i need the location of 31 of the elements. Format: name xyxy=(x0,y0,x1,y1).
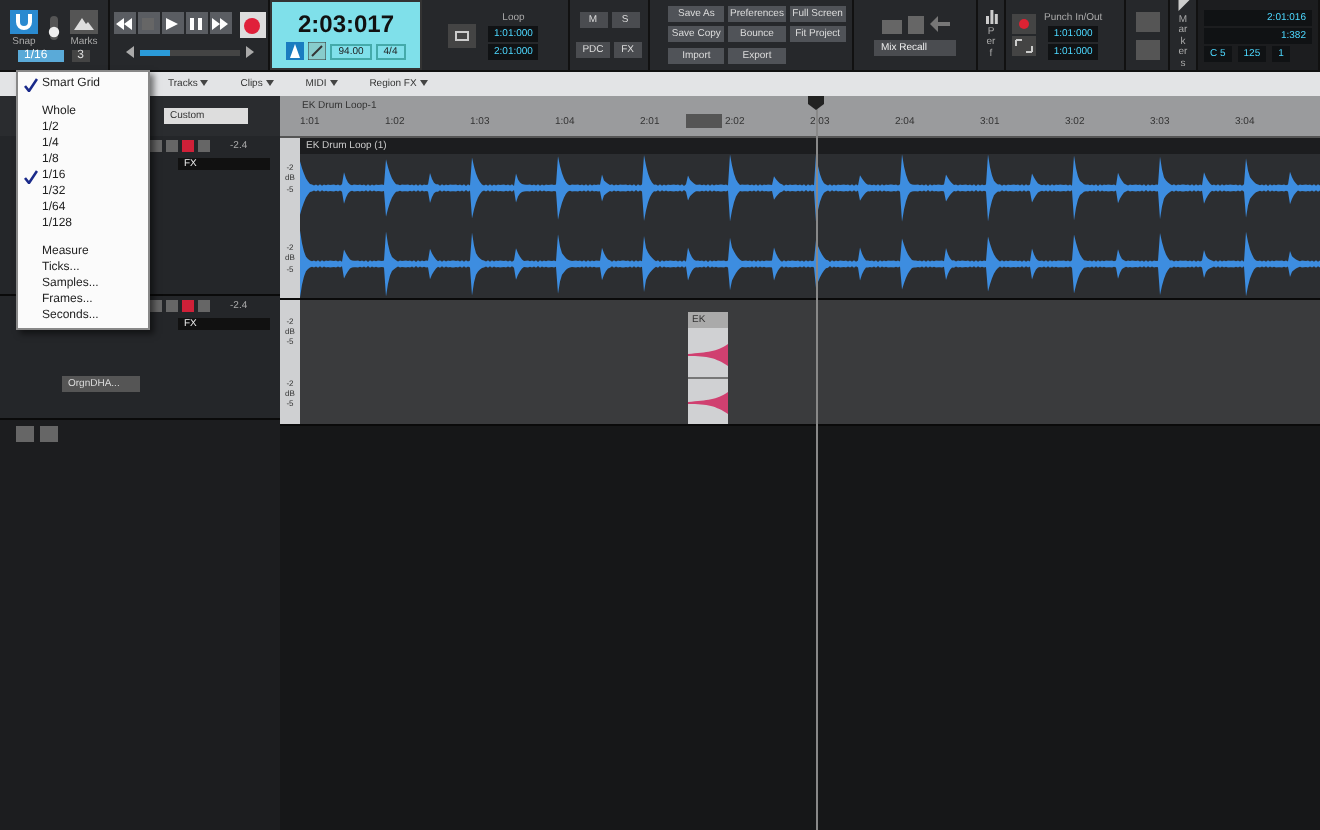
caret-icon xyxy=(419,80,428,86)
marks-button[interactable] xyxy=(70,9,98,33)
right-arrow-icon[interactable] xyxy=(243,46,255,58)
caret-icon xyxy=(265,80,274,86)
caret-icon xyxy=(200,80,209,86)
pencil-icon[interactable] xyxy=(308,42,327,60)
rewind-icon xyxy=(116,17,132,29)
flag-icon xyxy=(1177,0,1189,11)
loop-icon[interactable] xyxy=(448,23,476,47)
fast-forward-button[interactable] xyxy=(209,12,231,34)
snap-button[interactable] xyxy=(10,9,38,33)
back-arrow-icon[interactable] xyxy=(929,16,949,32)
playhead[interactable] xyxy=(808,96,825,830)
pause-button[interactable] xyxy=(185,12,207,34)
position-slider[interactable] xyxy=(139,49,239,55)
fast-forward-icon xyxy=(212,17,228,29)
play-icon xyxy=(166,17,178,29)
pause-icon xyxy=(190,17,202,29)
toggle-switch-icon[interactable] xyxy=(46,16,62,40)
time-readout: 2:03:017 xyxy=(297,10,395,38)
caret-icon xyxy=(329,80,338,86)
bar-graph-icon xyxy=(985,9,997,24)
magnet-icon xyxy=(14,11,34,31)
loop-region xyxy=(686,114,722,128)
record-button[interactable] xyxy=(239,12,265,38)
rewind-button[interactable] xyxy=(113,12,135,34)
metronome-icon[interactable] xyxy=(286,42,305,60)
left-arrow-icon[interactable] xyxy=(123,46,135,58)
play-button[interactable] xyxy=(161,12,183,34)
expand-icon[interactable] xyxy=(1012,36,1036,56)
record-icon xyxy=(244,17,260,33)
